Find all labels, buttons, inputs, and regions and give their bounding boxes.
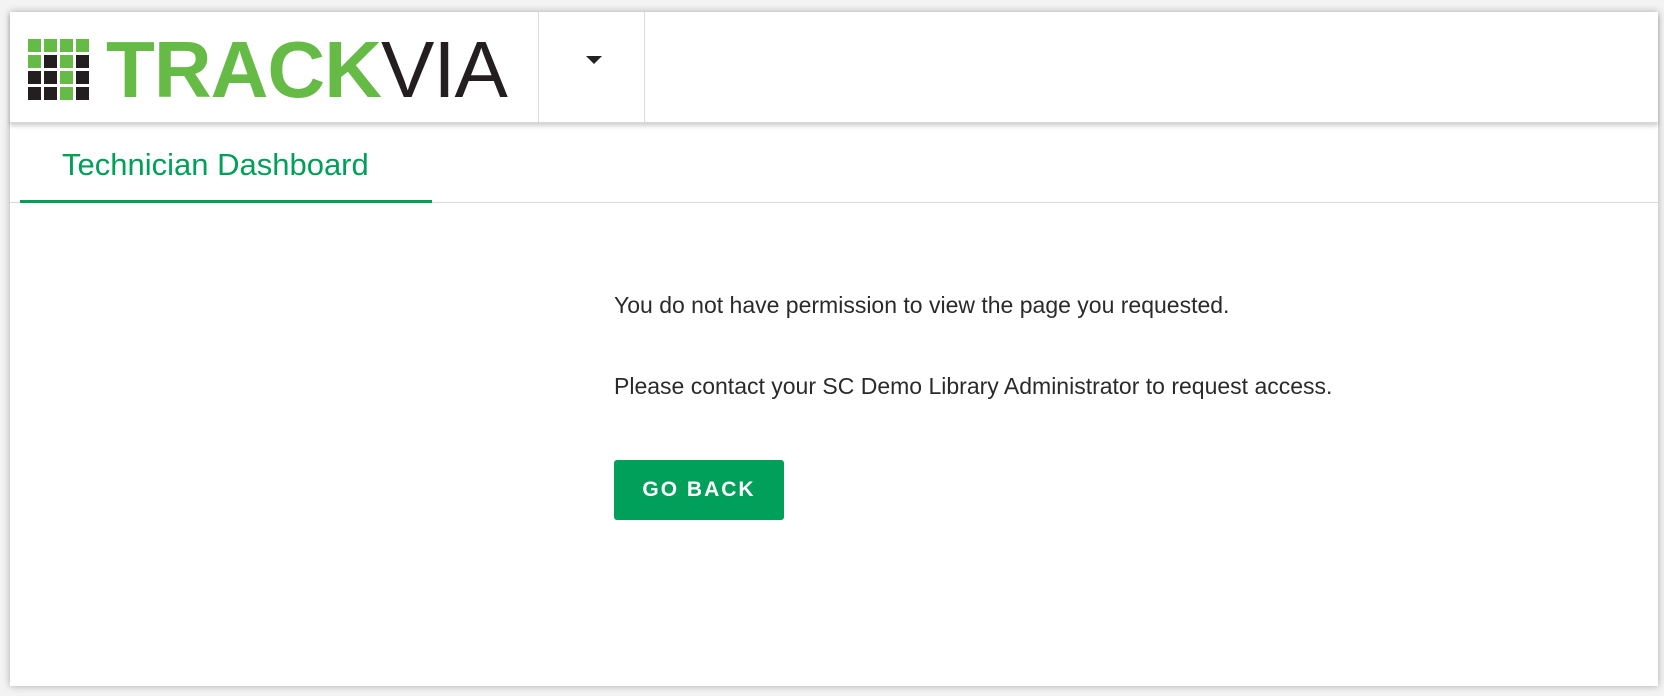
tab-bar: Technician Dashboard <box>10 124 1658 203</box>
permission-message: You do not have permission to view the p… <box>614 292 1230 318</box>
contact-admin-message: Please contact your SC Demo Library Admi… <box>614 373 1333 399</box>
tab-technician-dashboard[interactable]: Technician Dashboard <box>20 124 432 203</box>
permission-denied-panel: You do not have permission to view the p… <box>614 290 1574 401</box>
logo-grid-icon <box>28 39 90 101</box>
caret-down-icon <box>586 56 602 64</box>
tab-label: Technician Dashboard <box>62 147 369 182</box>
top-navigation-bar: TRACKVIA <box>10 12 1658 123</box>
header-divider <box>644 12 645 122</box>
app-switcher-dropdown[interactable] <box>538 12 644 122</box>
logo-wordmark: TRACKVIA <box>106 25 508 114</box>
go-back-button[interactable]: GO BACK <box>614 460 784 520</box>
app-window: TRACKVIA Technician Dashboard You do not… <box>10 12 1658 686</box>
trackvia-logo[interactable]: TRACKVIA <box>28 25 508 114</box>
